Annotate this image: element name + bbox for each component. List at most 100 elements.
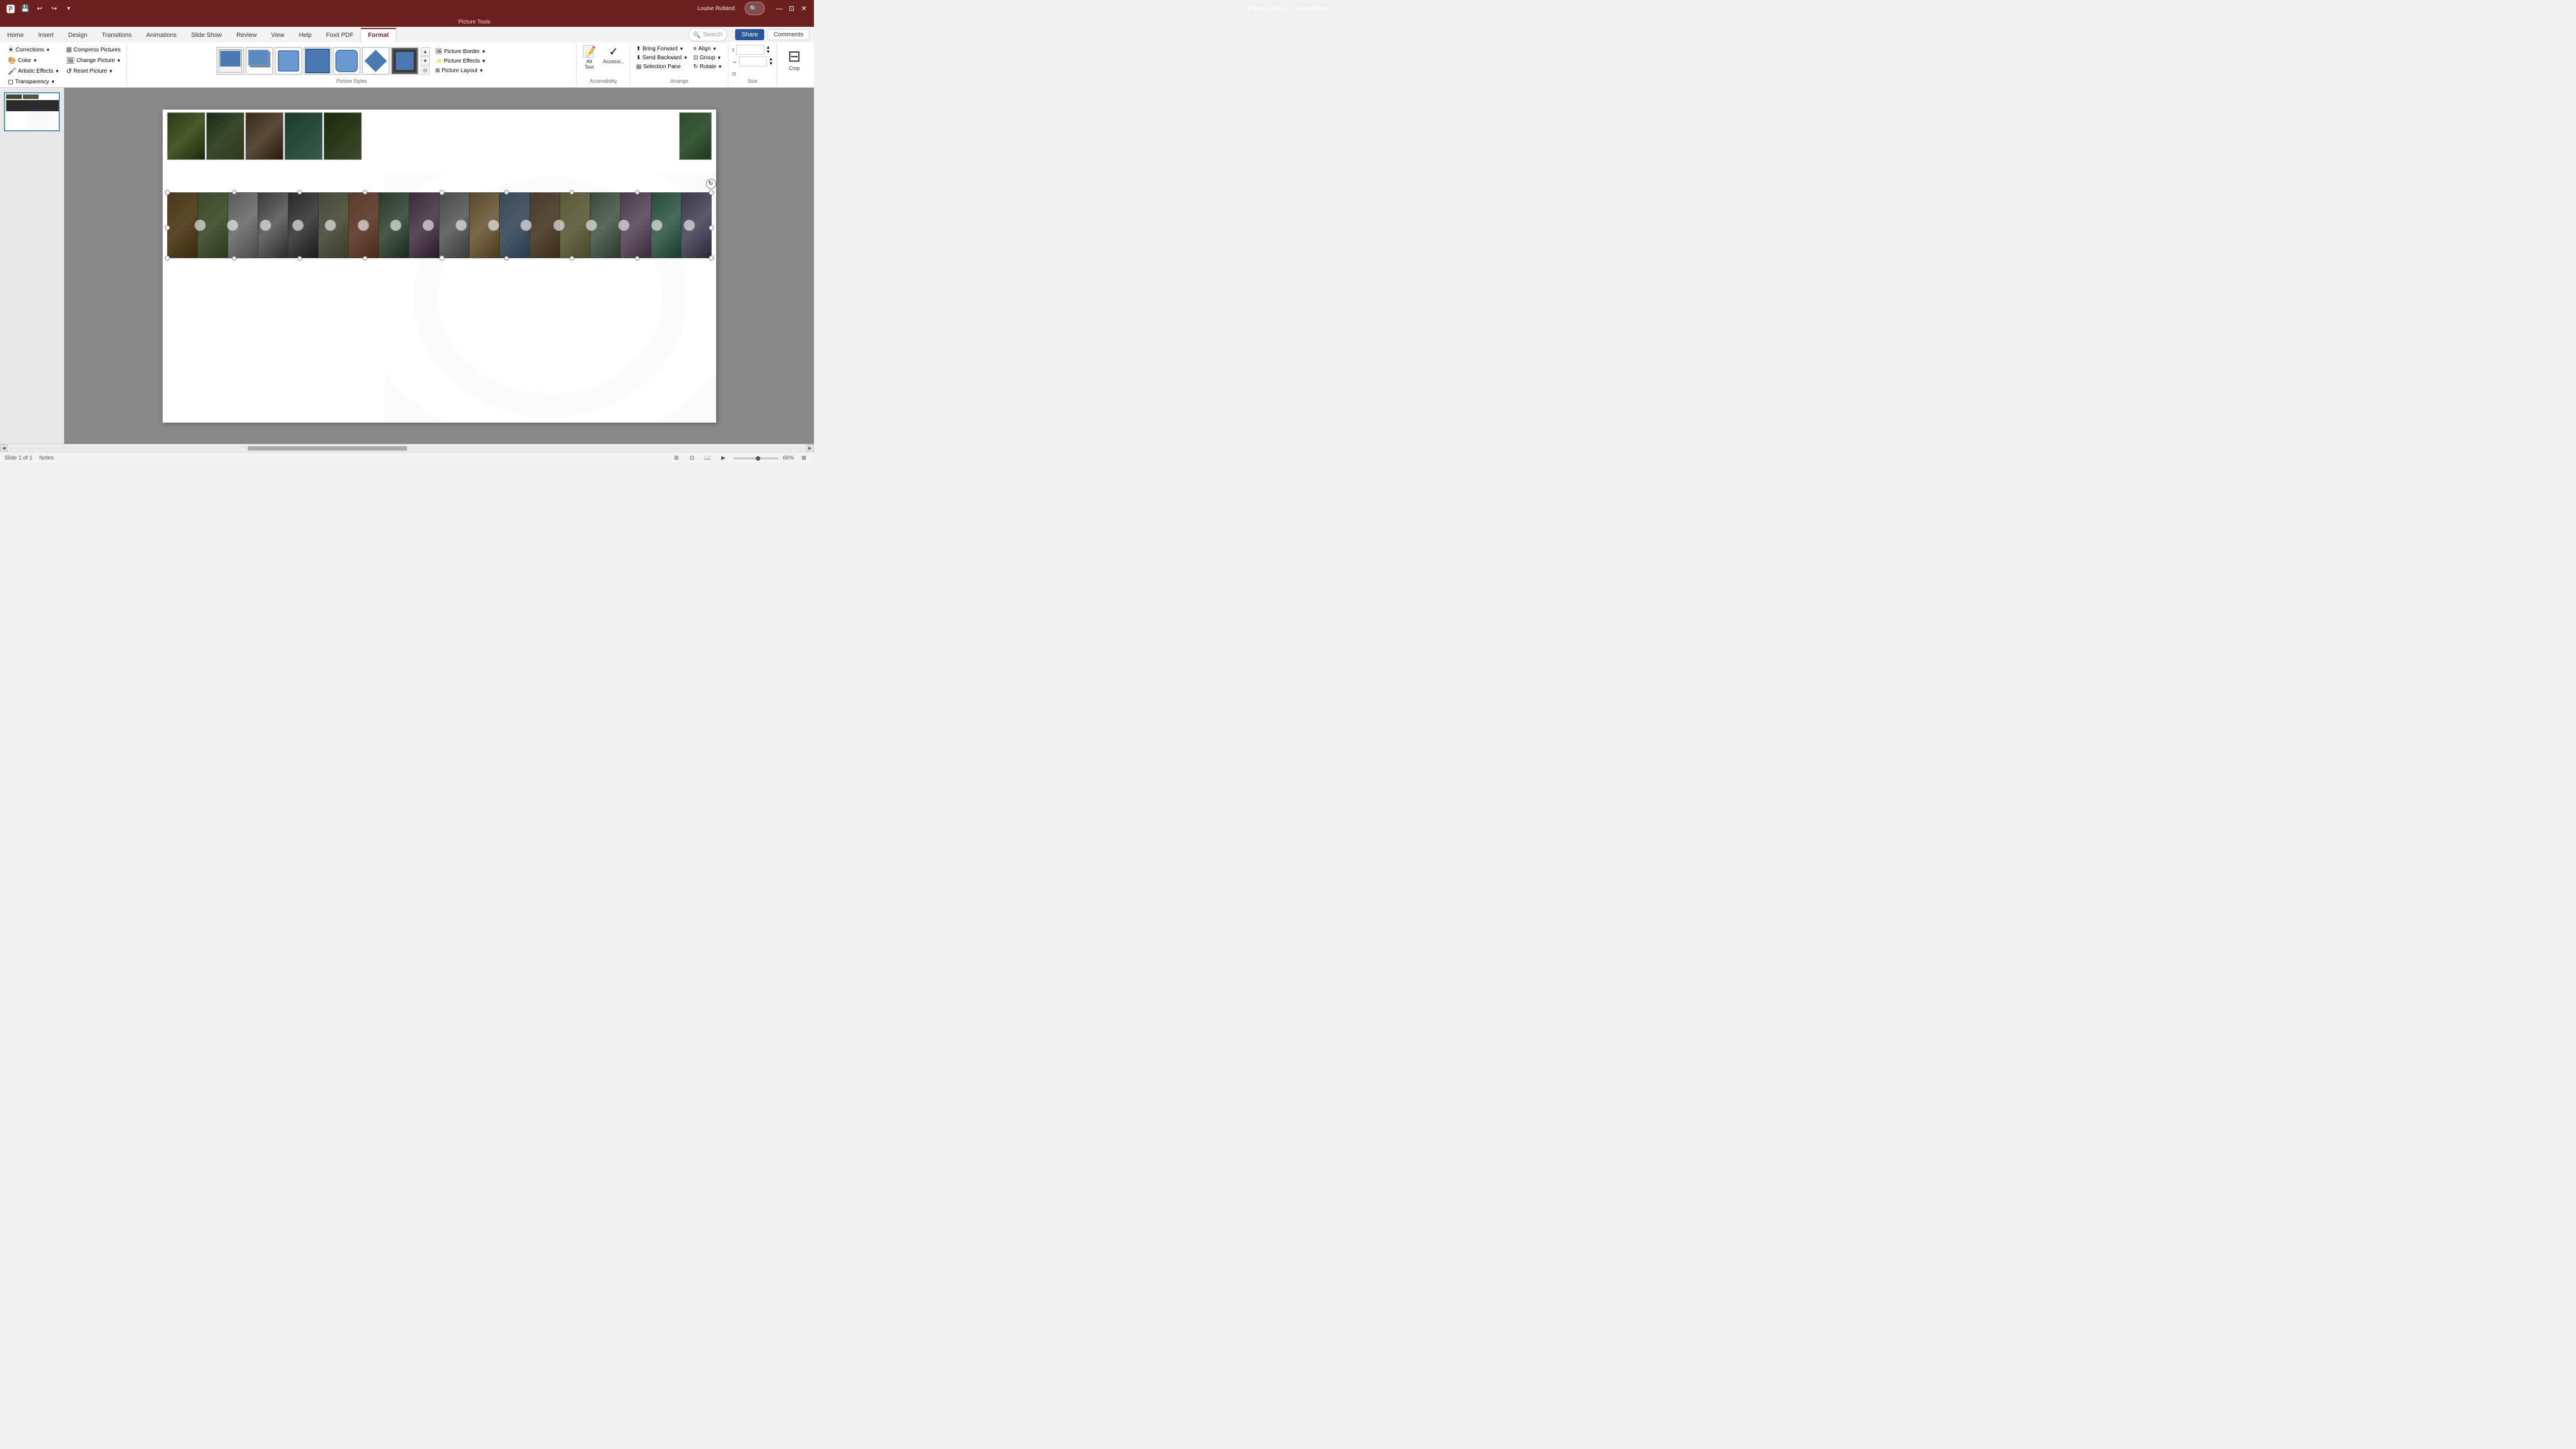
handle-tl[interactable] <box>165 190 170 195</box>
style-thumb-1[interactable] <box>216 47 244 75</box>
fit-slide-button[interactable]: ⊠ <box>798 454 809 463</box>
reset-picture-button[interactable]: ↺ Reset Picture ▼ <box>64 66 123 76</box>
handle-b5[interactable] <box>570 256 574 261</box>
tab-foxitpdf[interactable]: Foxit PDF <box>319 28 361 42</box>
slide-1-thumb[interactable] <box>4 92 60 131</box>
handle-t3[interactable] <box>363 190 367 195</box>
handle-ml[interactable] <box>165 225 170 230</box>
tab-slideshow[interactable]: Slide Show <box>184 28 229 42</box>
tab-design[interactable]: Design <box>61 28 94 42</box>
undo-qa-button[interactable]: ↩ <box>34 2 46 15</box>
handle-mr[interactable] <box>709 225 714 230</box>
gallery-down-arrow[interactable]: ▼ <box>421 56 430 65</box>
height-input[interactable] <box>736 45 764 55</box>
handle-b2[interactable] <box>297 256 302 261</box>
restore-button[interactable]: ⊡ <box>786 3 797 14</box>
strip-handle-11[interactable] <box>520 220 532 231</box>
strip-handle-14[interactable] <box>618 220 629 231</box>
crop-button[interactable]: ⊟ Crop <box>780 45 808 73</box>
close-button[interactable]: ✕ <box>798 3 809 14</box>
handle-t4[interactable] <box>504 190 509 195</box>
handle-b6[interactable] <box>635 256 640 261</box>
gallery-more-arrow[interactable]: ⊟ <box>421 66 430 75</box>
style-thumb-2[interactable] <box>245 47 273 75</box>
handle-t5[interactable] <box>570 190 574 195</box>
style-thumb-6[interactable] <box>362 47 390 75</box>
selection-pane-button[interactable]: ▤ Selection Pane <box>634 63 690 71</box>
tab-insert[interactable]: Insert <box>31 28 61 42</box>
tab-help[interactable]: Help <box>292 28 319 42</box>
strip-handle-12[interactable] <box>553 220 565 231</box>
handle-bm[interactable] <box>439 255 444 261</box>
strip-handle-13[interactable] <box>586 220 597 231</box>
transparency-button[interactable]: ◻ Transparency ▼ <box>6 77 61 87</box>
customize-qa-button[interactable]: ▼ <box>63 2 75 15</box>
rotation-handle[interactable]: ↻ <box>706 179 716 189</box>
compress-button[interactable]: ⊞ Compress Pictures <box>64 45 123 55</box>
strip-handle-1[interactable] <box>195 220 206 231</box>
photo-far-right[interactable] <box>679 112 712 160</box>
strip-handle-5[interactable] <box>325 220 336 231</box>
handle-br[interactable] <box>709 255 714 261</box>
slide-canvas[interactable]: ↻ <box>163 110 716 423</box>
rotate-button[interactable]: ↻ Rotate ▼ <box>691 63 724 71</box>
alt-text-button[interactable]: 📝 AltText <box>580 45 599 72</box>
handle-b1[interactable] <box>232 256 236 261</box>
strip-handle-8[interactable] <box>423 220 434 231</box>
share-button[interactable]: Share <box>735 29 764 40</box>
scroll-track[interactable] <box>9 446 805 451</box>
title-search[interactable]: 🔍 <box>745 2 765 15</box>
photo-strip[interactable] <box>167 192 712 258</box>
send-backward-button[interactable]: ⬇ Send Backward ▼ <box>634 54 690 62</box>
strip-handle-15[interactable] <box>651 220 662 231</box>
corrections-button[interactable]: ☀ Corrections ▼ <box>6 45 61 55</box>
redo-qa-button[interactable]: ↪ <box>48 2 60 15</box>
strip-handle-7[interactable] <box>390 220 401 231</box>
zoom-slider[interactable] <box>733 457 778 460</box>
search-bar[interactable]: 🔍 Search <box>688 28 728 41</box>
tab-view[interactable]: View <box>264 28 292 42</box>
handle-bl[interactable] <box>165 255 170 261</box>
strip-handle-6[interactable] <box>358 220 369 231</box>
gallery-up-arrow[interactable]: ▲ <box>421 47 430 56</box>
picture-layout-button[interactable]: ⊞ Picture Layout ▼ <box>433 67 489 75</box>
photo-5[interactable] <box>324 112 362 160</box>
picture-border-button[interactable]: 🖼 Picture Border ▼ <box>433 48 489 56</box>
handle-t6[interactable] <box>635 190 640 195</box>
strip-handle-10[interactable] <box>488 220 499 231</box>
zoom-thumb[interactable] <box>756 456 760 461</box>
change-picture-button[interactable]: 🖼 Change Picture ▼ <box>64 55 123 65</box>
comments-button[interactable]: Comments <box>768 29 809 40</box>
strip-handle-9[interactable] <box>456 220 467 231</box>
style-thumb-5[interactable] <box>333 47 361 75</box>
photo-3[interactable] <box>245 112 283 160</box>
tab-animations[interactable]: Animations <box>139 28 184 42</box>
style-thumb-4[interactable] <box>304 47 332 75</box>
tab-home[interactable]: Home <box>0 28 31 42</box>
color-button[interactable]: 🎨 Color ▼ <box>6 55 61 65</box>
photo-1[interactable] <box>167 112 205 160</box>
slide-show-button[interactable]: ▶ <box>718 454 729 463</box>
artistic-effects-button[interactable]: 🖌 Artistic Effects ▼ <box>6 66 61 76</box>
photo-4[interactable] <box>285 112 323 160</box>
strip-handle-2[interactable] <box>227 220 238 231</box>
tab-review[interactable]: Review <box>229 28 264 42</box>
notes-button[interactable]: Notes <box>39 455 54 461</box>
style-thumb-3[interactable] <box>274 47 302 75</box>
photo-2[interactable] <box>206 112 244 160</box>
picture-effects-button[interactable]: ✨ Picture Effects ▼ <box>433 57 489 65</box>
handle-t1[interactable] <box>232 190 236 195</box>
bring-forward-button[interactable]: ⬆ Bring Forward ▼ <box>634 45 690 53</box>
strip-handle-16[interactable] <box>684 220 695 231</box>
handle-t2[interactable] <box>297 190 302 195</box>
height-down[interactable]: ▼ <box>766 50 770 54</box>
handle-tr[interactable] <box>709 190 714 195</box>
group-button[interactable]: ⊡ Group ▼ <box>691 54 724 62</box>
width-input[interactable] <box>739 56 767 67</box>
scroll-left-arrow[interactable]: ◀ <box>0 444 8 452</box>
tab-transitions[interactable]: Transitions <box>94 28 139 42</box>
scroll-thumb[interactable] <box>248 446 407 451</box>
minimize-button[interactable]: — <box>774 3 785 14</box>
tab-format[interactable]: Format <box>361 28 396 42</box>
style-thumb-7[interactable] <box>391 47 419 75</box>
